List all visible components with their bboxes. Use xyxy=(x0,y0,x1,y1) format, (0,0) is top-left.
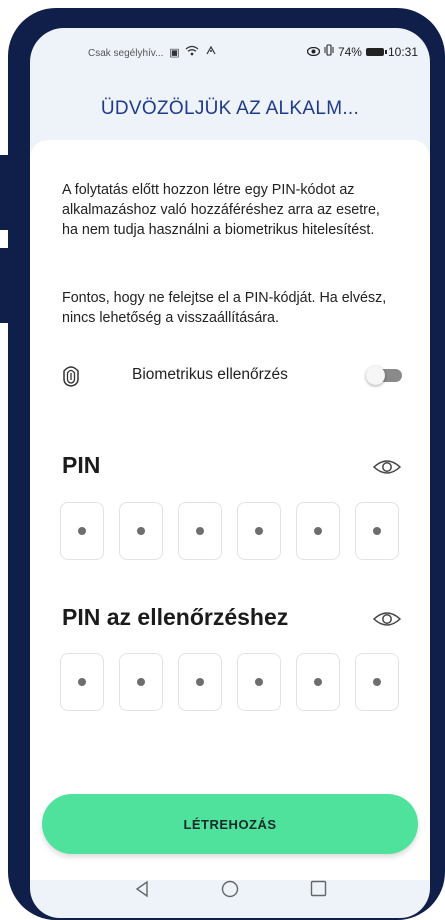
eye-comfort-icon xyxy=(306,45,321,59)
pin-dot-icon xyxy=(196,527,204,535)
fingerprint-icon xyxy=(60,362,82,388)
battery-percent: 74% xyxy=(337,44,362,59)
navigation-bar xyxy=(30,874,430,910)
pin-digit-box[interactable] xyxy=(178,653,222,711)
pin-digit-box[interactable] xyxy=(178,502,222,560)
pin-digit-box[interactable] xyxy=(60,653,104,711)
pin-digit-box[interactable] xyxy=(296,502,340,560)
pin-dot-icon xyxy=(137,678,145,686)
pin-input-row[interactable] xyxy=(60,502,410,560)
pin-digit-box[interactable] xyxy=(119,502,163,560)
pin-dot-icon xyxy=(196,678,204,686)
pin-dot-icon xyxy=(78,678,86,686)
status-bar: Csak segélyhív... ▣ 74% 10:31 xyxy=(30,42,430,62)
sim-icon: ▣ xyxy=(169,47,180,59)
biometric-label: Biometrikus ellenőrzés xyxy=(132,366,288,383)
pin-digit-box[interactable] xyxy=(237,502,281,560)
pin-dot-icon xyxy=(78,527,86,535)
pin-dot-icon xyxy=(255,527,263,535)
pin-dot-icon xyxy=(314,678,322,686)
battery-icon xyxy=(365,47,387,56)
content-card: A folytatás előtt hozzon létre egy PIN-k… xyxy=(30,140,430,880)
data-icon xyxy=(205,45,217,59)
pin-digit-box[interactable] xyxy=(60,502,104,560)
toggle-knob xyxy=(366,366,385,385)
status-left: Csak segélyhív... ▣ xyxy=(88,45,217,59)
wifi-icon xyxy=(185,45,202,59)
biometric-row[interactable]: Biometrikus ellenőrzés xyxy=(60,358,402,392)
pin-confirm-input-row[interactable] xyxy=(60,653,410,711)
screen: Csak segélyhív... ▣ 74% 10:31 ÜDVÖZÖLJÜK… xyxy=(30,28,430,918)
eye-icon[interactable] xyxy=(372,458,402,476)
pin-dot-icon xyxy=(373,678,381,686)
back-icon[interactable] xyxy=(134,880,150,903)
status-time: 10:31 xyxy=(387,44,418,59)
status-right: 74% 10:31 xyxy=(306,44,418,59)
pin-digit-box[interactable] xyxy=(237,653,281,711)
pin-digit-box[interactable] xyxy=(355,653,399,711)
pin-dot-icon xyxy=(373,527,381,535)
pin-dot-icon xyxy=(255,678,263,686)
pin-confirm-label: PIN az ellenőrzéshez xyxy=(62,604,289,630)
intro-text-1: A folytatás előtt hozzon létre egy PIN-k… xyxy=(62,182,380,238)
pin-dot-icon xyxy=(314,527,322,535)
vibrate-icon xyxy=(324,44,334,59)
home-icon[interactable] xyxy=(221,880,239,903)
carrier-text: Csak segélyhív... xyxy=(88,48,164,59)
eye-icon[interactable] xyxy=(372,610,402,628)
create-button[interactable]: LÉTREHOZÁS xyxy=(42,794,418,854)
pin-digit-box[interactable] xyxy=(296,653,340,711)
biometric-toggle[interactable] xyxy=(366,366,402,385)
pin-label: PIN xyxy=(62,452,101,478)
page-title: ÜDVÖZÖLJÜK AZ ALKALM... xyxy=(100,98,360,119)
recent-apps-icon[interactable] xyxy=(310,880,327,902)
phone-frame: Csak segélyhív... ▣ 74% 10:31 ÜDVÖZÖLJÜK… xyxy=(8,8,445,920)
pin-digit-box[interactable] xyxy=(355,502,399,560)
pin-dot-icon xyxy=(137,527,145,535)
pin-digit-box[interactable] xyxy=(119,653,163,711)
intro-text-2: Fontos, hogy ne felejtse el a PIN-kódját… xyxy=(62,290,387,326)
